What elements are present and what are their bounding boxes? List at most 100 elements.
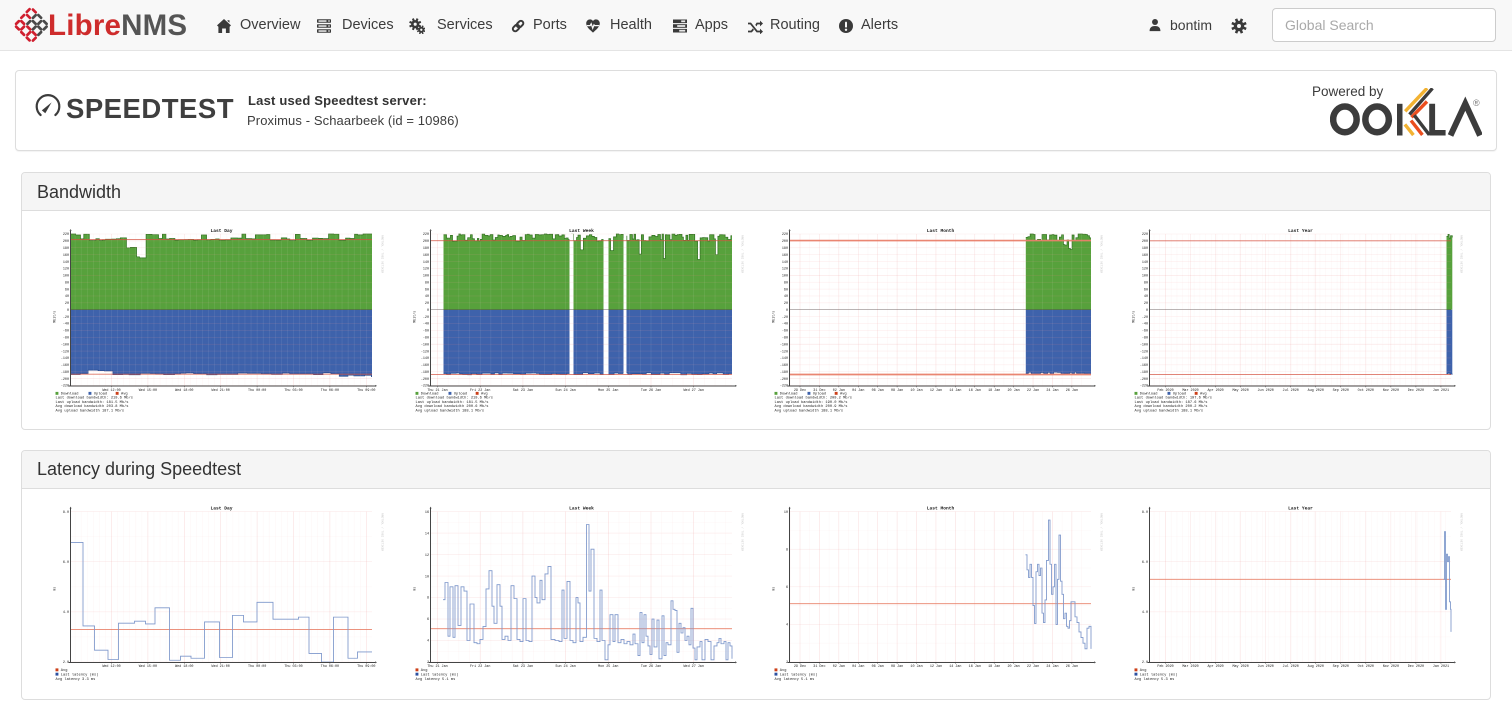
svg-text:-200: -200 <box>421 378 429 382</box>
svg-text:Jan 2021: Jan 2021 <box>1433 389 1449 393</box>
svg-text:ms: ms <box>53 587 57 591</box>
svg-text:200: 200 <box>1142 240 1148 244</box>
svg-text:-20: -20 <box>423 316 429 320</box>
svg-text:Thu 09:00: Thu 09:00 <box>357 388 375 393</box>
svg-text:Sep 2020: Sep 2020 <box>1333 665 1349 669</box>
svg-text:10: 10 <box>425 575 429 579</box>
svg-text:Mbit/s: Mbit/s <box>53 311 57 323</box>
svg-text:22 Jan: 22 Jan <box>1027 389 1039 393</box>
svg-text:Aug 2020: Aug 2020 <box>1308 665 1324 669</box>
svg-text:40: 40 <box>1144 295 1148 299</box>
svg-text:RRDTOOL / TOBI OETIKER: RRDTOOL / TOBI OETIKER <box>1100 235 1104 273</box>
svg-text:ms: ms <box>1132 587 1136 591</box>
svg-text:20 Jan: 20 Jan <box>1008 389 1020 393</box>
svg-text:Last upload bandwidth: 190.0 M: Last upload bandwidth: 190.0 Mb/s <box>775 400 848 405</box>
svg-text:Last Day: Last Day <box>210 506 232 512</box>
svg-text:180: 180 <box>1142 247 1148 251</box>
svg-text:20: 20 <box>425 302 429 306</box>
svg-text:-80: -80 <box>63 337 69 341</box>
svg-text:Nov 2020: Nov 2020 <box>1383 389 1399 393</box>
svg-text:Mar 2020: Mar 2020 <box>1182 664 1198 669</box>
svg-text:40: 40 <box>65 295 69 299</box>
svg-text:Oct 2020: Oct 2020 <box>1358 665 1374 669</box>
svg-text:06 Jan: 06 Jan <box>872 665 884 669</box>
svg-text:Jan 2021: Jan 2021 <box>1433 665 1449 669</box>
svg-text:-140: -140 <box>61 357 69 361</box>
svg-text:2: 2 <box>786 661 788 665</box>
svg-text:160: 160 <box>782 254 788 258</box>
svg-text:120: 120 <box>782 268 788 272</box>
svg-text:-40: -40 <box>1142 323 1148 327</box>
svg-text:-160: -160 <box>780 364 788 368</box>
svg-text:Avg upload bandwidth 187.1 Mb/: Avg upload bandwidth 187.1 Mb/s <box>56 408 125 413</box>
svg-text:RRDTOOL / TOBI OETIKER: RRDTOOL / TOBI OETIKER <box>381 235 385 273</box>
svg-text:160: 160 <box>1142 254 1148 258</box>
svg-text:18 Jan: 18 Jan <box>988 389 1000 393</box>
svg-text:26 Jan: 26 Jan <box>1066 389 1078 393</box>
svg-text:-20: -20 <box>63 316 69 320</box>
svg-text:RRDTOOL / TOBI OETIKER: RRDTOOL / TOBI OETIKER <box>1100 513 1104 551</box>
svg-text:-100: -100 <box>61 343 69 347</box>
svg-text:Avg download bandwidth 200.2 M: Avg download bandwidth 200.2 Mb/s <box>1135 404 1208 409</box>
svg-text:-140: -140 <box>780 357 788 361</box>
svg-text:6.0: 6.0 <box>1142 561 1148 565</box>
svg-text:12 Jan: 12 Jan <box>930 665 942 669</box>
svg-text:6: 6 <box>427 618 429 622</box>
svg-text:120: 120 <box>423 268 429 272</box>
svg-text:140: 140 <box>63 261 69 265</box>
svg-text:Wed 12:00: Wed 12:00 <box>102 664 120 669</box>
svg-text:24 Jan: 24 Jan <box>1047 665 1059 669</box>
svg-text:20: 20 <box>784 302 788 306</box>
svg-text:Last latency (ms): Last latency (ms) <box>1140 673 1178 678</box>
svg-text:Last download bandwidth: 219.6: Last download bandwidth: 219.6 Mb/s <box>415 396 492 401</box>
svg-text:200: 200 <box>63 240 69 244</box>
svg-text:Mon 25 Jan: Mon 25 Jan <box>598 389 618 393</box>
svg-text:Feb 2020: Feb 2020 <box>1157 388 1173 393</box>
svg-text:08 Jan: 08 Jan <box>891 389 903 393</box>
svg-text:Thu 03:00: Thu 03:00 <box>284 388 302 393</box>
svg-text:-60: -60 <box>423 330 429 334</box>
svg-text:-40: -40 <box>782 323 788 327</box>
svg-text:Thu 00:00: Thu 00:00 <box>248 388 266 393</box>
svg-text:-180: -180 <box>421 371 429 375</box>
svg-text:RRDTOOL / TOBI OETIKER: RRDTOOL / TOBI OETIKER <box>381 513 385 551</box>
svg-text:Last Year: Last Year <box>1288 228 1313 234</box>
svg-text:8: 8 <box>427 597 429 601</box>
svg-text:Mon 25 Jan: Mon 25 Jan <box>598 665 618 669</box>
svg-text:100: 100 <box>782 275 788 279</box>
svg-text:-200: -200 <box>780 378 788 382</box>
svg-text:Wed 18:00: Wed 18:00 <box>175 664 193 669</box>
svg-text:80: 80 <box>65 281 69 285</box>
svg-text:29 Dec: 29 Dec <box>794 665 806 669</box>
svg-text:Avg latency 5.1 ms: Avg latency 5.1 ms <box>415 677 455 682</box>
svg-text:08 Jan: 08 Jan <box>891 665 903 669</box>
svg-text:120: 120 <box>63 268 69 272</box>
svg-text:Jul 2020: Jul 2020 <box>1283 388 1299 393</box>
svg-text:16 Jan: 16 Jan <box>969 389 981 393</box>
svg-text:Tue 26 Jan: Tue 26 Jan <box>641 665 661 669</box>
svg-text:Avg download bandwidth 200.9 M: Avg download bandwidth 200.9 Mb/s <box>775 404 848 409</box>
svg-text:Avg upload bandwidth 188.1 Mb/: Avg upload bandwidth 188.1 Mb/s <box>1135 408 1204 413</box>
svg-text:-80: -80 <box>1142 337 1148 341</box>
svg-text:Last Week: Last Week <box>569 228 594 234</box>
svg-text:-60: -60 <box>782 330 788 334</box>
svg-text:60: 60 <box>425 288 429 292</box>
svg-text:Avg download bandwidth 200.6 M: Avg download bandwidth 200.6 Mb/s <box>415 404 488 409</box>
svg-text:220: 220 <box>782 233 788 237</box>
svg-text:-80: -80 <box>782 337 788 341</box>
svg-text:Jun 2020: Jun 2020 <box>1258 389 1274 393</box>
svg-text:-220: -220 <box>780 385 788 389</box>
svg-text:-200: -200 <box>1140 378 1148 382</box>
svg-text:ms: ms <box>412 587 416 591</box>
svg-text:6: 6 <box>786 586 788 590</box>
svg-text:8: 8 <box>786 548 788 552</box>
svg-text:Mbit/s: Mbit/s <box>1132 311 1136 323</box>
svg-text:6.0: 6.0 <box>63 561 69 565</box>
svg-text:-220: -220 <box>1140 385 1148 389</box>
svg-text:Mbit/s: Mbit/s <box>772 311 776 323</box>
svg-text:140: 140 <box>782 261 788 265</box>
svg-text:180: 180 <box>782 247 788 251</box>
svg-text:10 Jan: 10 Jan <box>911 665 923 669</box>
svg-text:Sep 2020: Sep 2020 <box>1333 389 1349 393</box>
svg-text:10: 10 <box>784 511 788 515</box>
